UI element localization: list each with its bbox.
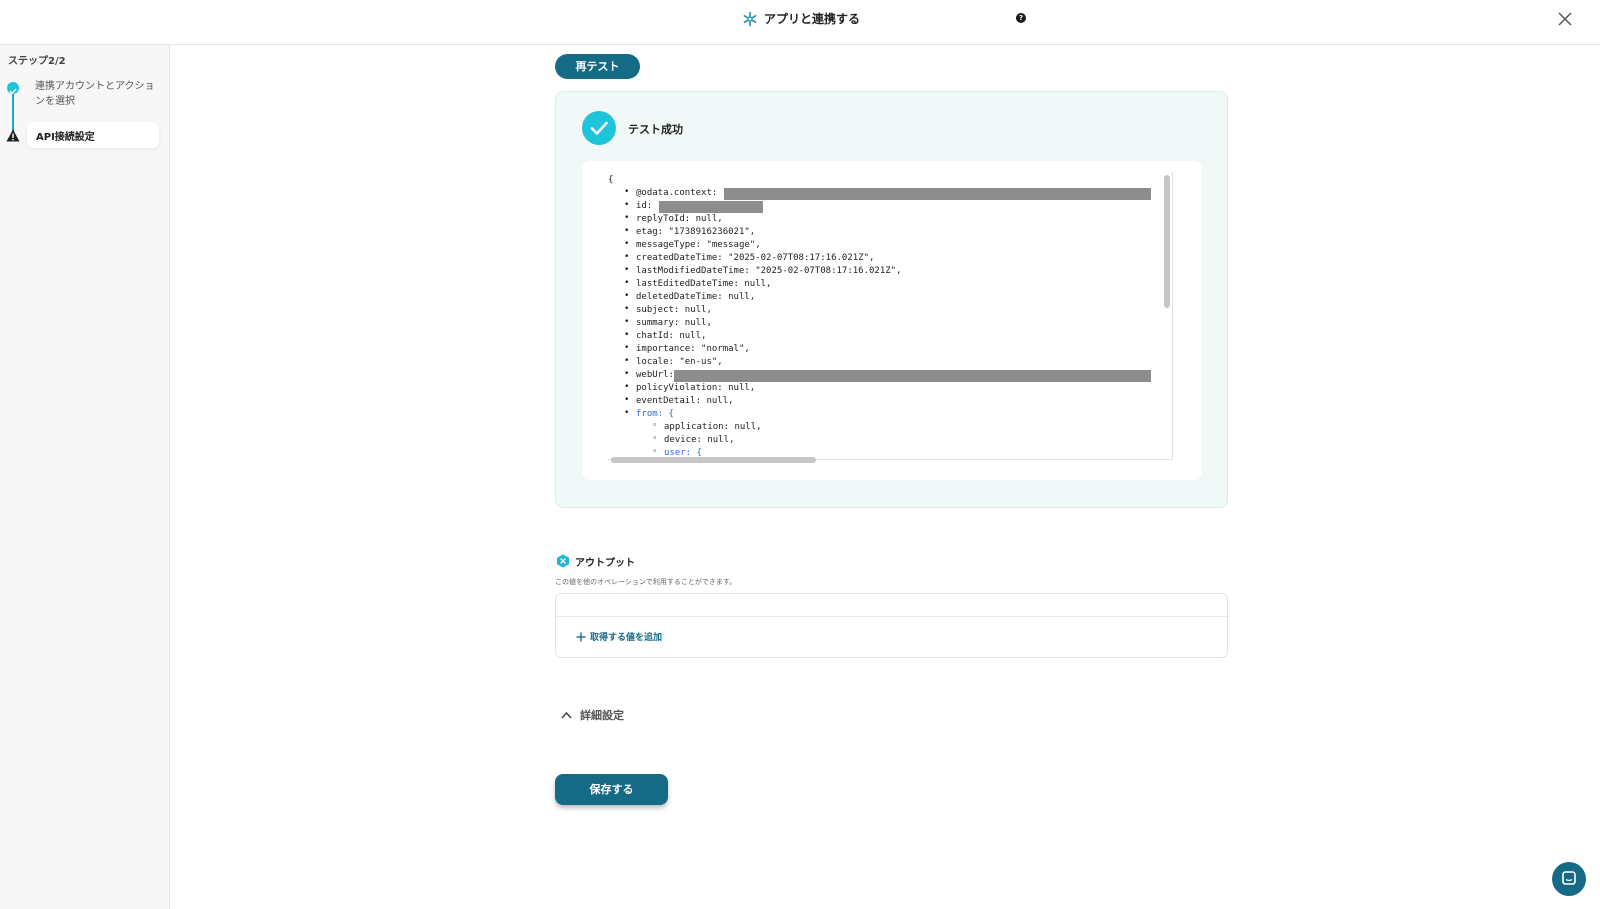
list-bullet: • (624, 330, 630, 340)
list-bullet: • (624, 239, 630, 249)
list-bullet: • (624, 291, 630, 301)
list-bullet: • (624, 304, 630, 314)
json-line: @odata.context: " (636, 188, 729, 198)
json-line: from: { (636, 409, 674, 419)
list-bullet: • (624, 369, 630, 379)
json-line: createdDateTime: "2025-02-07T08:17:16.02… (636, 253, 875, 263)
list-bullet: • (624, 252, 630, 262)
plus-icon (576, 632, 586, 641)
json-output-card: { • @odata.context: " • id: " • replyToI… (582, 161, 1202, 480)
redacted-value (659, 201, 763, 213)
json-viewer[interactable]: { • @odata.context: " • id: " • replyToI… (608, 172, 1173, 460)
page-title: アプリと連携する (764, 12, 861, 26)
json-line: webUrl: (636, 370, 680, 380)
output-title: アウトプット (575, 558, 635, 569)
sidebar-step-select-account[interactable]: 連携アカウントとアクションを選択 (35, 79, 155, 109)
yoom-asterisk-icon (743, 11, 757, 26)
json-line: lastModifiedDateTime: "2025-02-07T08:17:… (636, 266, 902, 276)
test-success-label: テスト成功 (628, 123, 683, 136)
list-bullet: ◦ (652, 421, 658, 431)
add-value-button[interactable]: 取得する値を追加 (576, 630, 662, 643)
list-bullet: ◦ (652, 434, 658, 444)
warning-icon (6, 129, 20, 142)
sidebar-step-api-settings[interactable]: API接続設定 (27, 122, 159, 148)
close-icon[interactable] (1556, 10, 1574, 28)
sidebar: ステップ2/2 連携アカウントとアクションを選択 API接続設定 (0, 45, 170, 909)
horizontal-scrollbar[interactable] (611, 457, 816, 463)
json-line: lastEditedDateTime: null, (636, 279, 772, 289)
header: アプリと連携する ? (0, 0, 1600, 45)
list-bullet: • (624, 278, 630, 288)
add-value-label: 取得する値を追加 (590, 633, 663, 643)
chat-icon (1562, 871, 1576, 885)
header-title-wrap: アプリと連携する (742, 10, 860, 27)
json-line: chatId: null, (636, 331, 707, 341)
json-line: policyViolation: null, (636, 383, 756, 393)
divider (556, 616, 1227, 617)
output-box: 取得する値を追加 (555, 593, 1228, 658)
list-bullet: • (624, 356, 630, 366)
success-check-icon (582, 111, 616, 145)
list-bullet: • (624, 408, 630, 418)
json-line: device: null, (664, 435, 735, 445)
chevron-up-icon (561, 711, 572, 719)
list-bullet: • (624, 187, 630, 197)
chat-support-button[interactable] (1552, 862, 1586, 896)
json-line: subject: null, (636, 305, 712, 315)
test-result-panel: テスト成功 { • @odata.context: " • id: " • re… (555, 91, 1228, 508)
json-line: etag: "1738916236021", (636, 227, 756, 237)
redacted-value (674, 370, 1151, 382)
list-bullet: • (624, 265, 630, 275)
retest-button[interactable]: 再テスト (555, 54, 640, 79)
details-label: 詳細設定 (580, 709, 624, 722)
step-done-check-icon (7, 82, 19, 95)
json-line: locale: "en-us", (636, 357, 723, 367)
output-badge-icon (557, 554, 569, 568)
json-line: importance: "normal", (636, 344, 750, 354)
json-line: { (608, 175, 614, 185)
vertical-scrollbar[interactable] (1164, 175, 1170, 308)
help-icon[interactable]: ? (1016, 13, 1026, 23)
list-bullet: • (624, 200, 630, 210)
details-toggle[interactable]: 詳細設定 (561, 707, 624, 723)
list-bullet: • (624, 343, 630, 353)
list-bullet: • (624, 317, 630, 327)
step-counter: ステップ2/2 (8, 56, 66, 67)
redacted-value (724, 188, 1151, 200)
json-line: replyToId: null, (636, 214, 723, 224)
json-line: deletedDateTime: null, (636, 292, 756, 302)
list-bullet: • (624, 395, 630, 405)
list-bullet: • (624, 213, 630, 223)
json-line: messageType: "message", (636, 240, 761, 250)
json-line: eventDetail: null, (636, 396, 734, 406)
list-bullet: ◦ (652, 447, 658, 457)
save-button[interactable]: 保存する (555, 774, 668, 805)
list-bullet: • (624, 226, 630, 236)
list-bullet: • (624, 382, 630, 392)
json-line: summary: null, (636, 318, 712, 328)
json-line: application: null, (664, 422, 762, 432)
output-description: この値を他のオペレーションで利用することができます。 (555, 578, 737, 586)
